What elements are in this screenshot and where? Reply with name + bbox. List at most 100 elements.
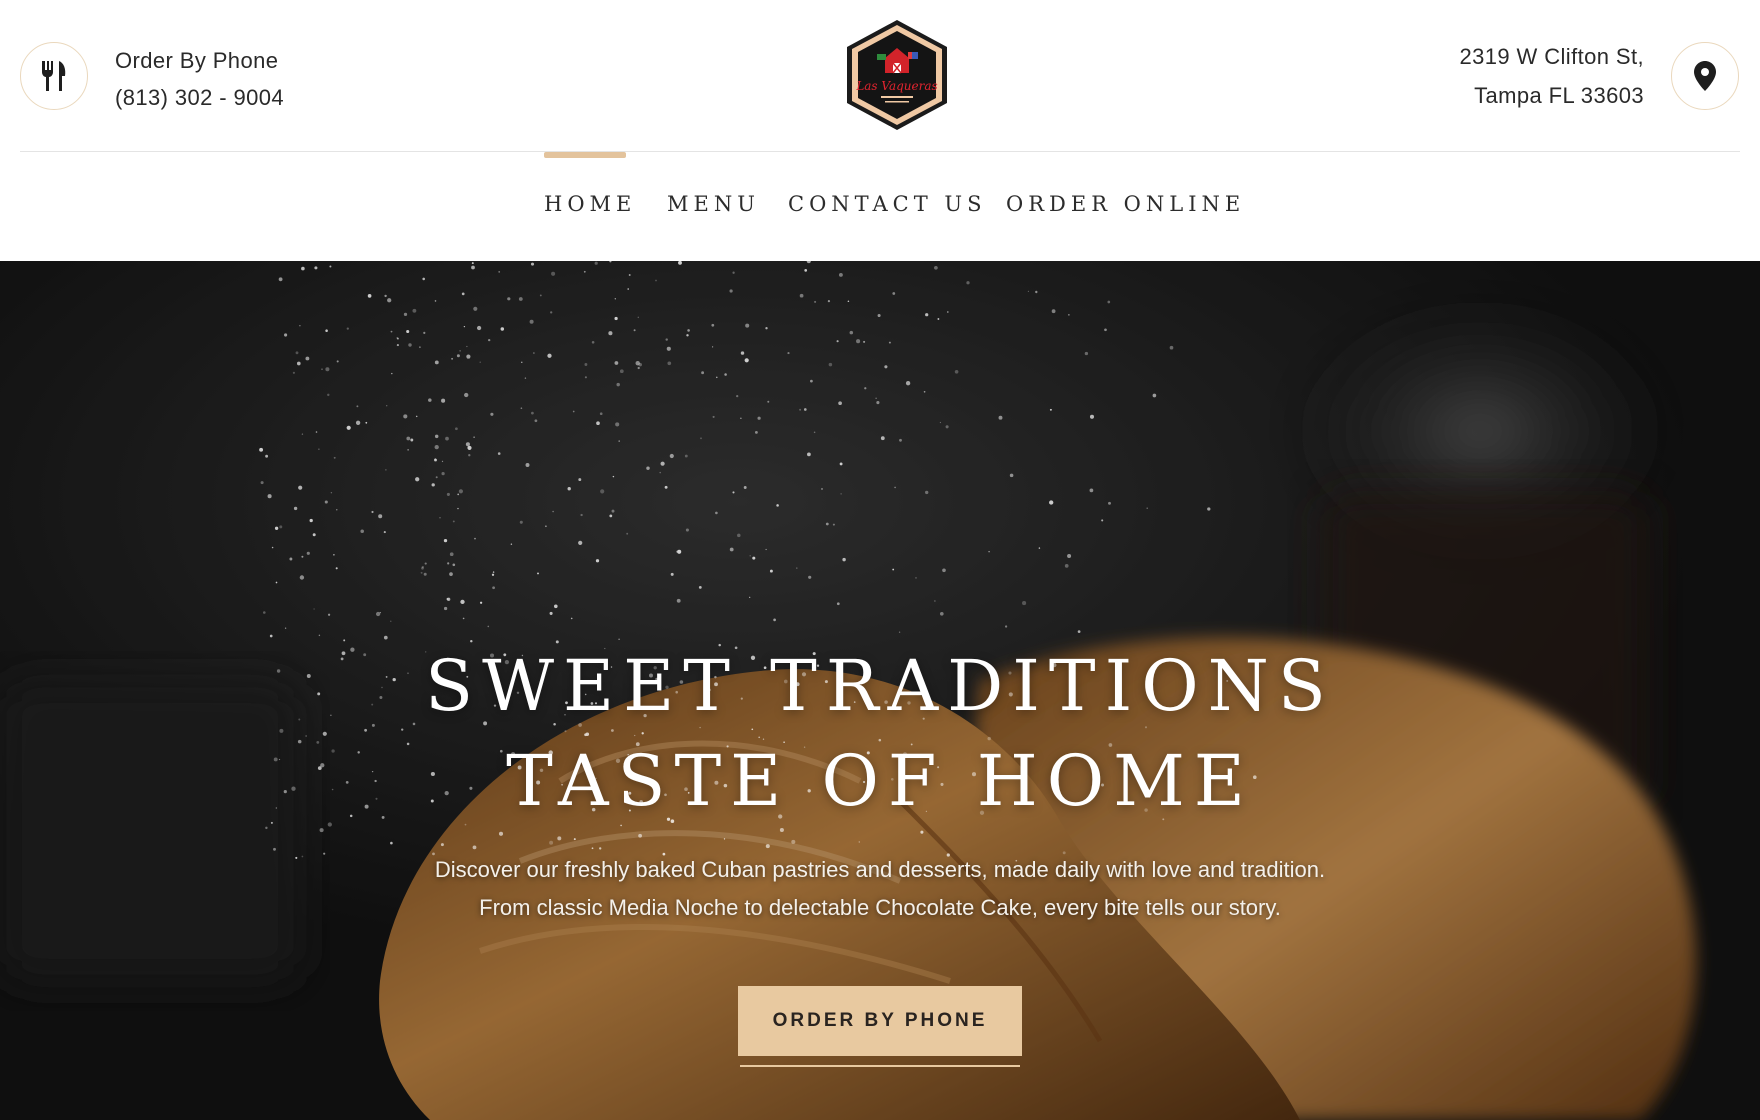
- flour-particle: [479, 601, 483, 604]
- flour-particle: [424, 562, 427, 565]
- flour-particle: [614, 361, 619, 365]
- flour-particle: [701, 371, 705, 375]
- flour-particle: [572, 410, 575, 413]
- flour-particle: [813, 431, 816, 434]
- logo[interactable]: Las Vaqueras: [841, 18, 953, 132]
- flour-particle: [510, 543, 513, 545]
- flour-particle: [336, 360, 339, 363]
- flour-particle: [937, 318, 940, 320]
- flour-particle: [839, 462, 843, 466]
- flour-particle: [551, 271, 556, 276]
- flour-particle: [637, 366, 640, 370]
- flour-particle: [665, 338, 668, 341]
- flour-particle: [434, 434, 439, 439]
- flour-particle: [712, 415, 715, 418]
- flour-particle: [443, 538, 448, 543]
- flour-particle: [678, 261, 682, 265]
- flour-particle: [899, 438, 902, 442]
- flour-particle: [312, 533, 316, 537]
- flour-particle: [500, 327, 505, 331]
- flour-particle: [466, 354, 471, 359]
- flour-particle: [700, 437, 702, 440]
- flour-particle: [898, 631, 901, 633]
- flour-particle: [599, 847, 602, 850]
- flour-particle: [525, 463, 530, 467]
- fork-knife-icon[interactable]: [20, 42, 88, 110]
- flour-particle: [584, 363, 588, 366]
- flour-particle: [804, 269, 808, 272]
- flour-particle: [296, 361, 301, 366]
- flour-particle: [305, 356, 310, 361]
- flour-particle: [435, 476, 438, 479]
- flour-particle: [685, 528, 689, 532]
- flour-particle: [262, 611, 266, 614]
- flour-particle: [578, 478, 582, 482]
- flour-particle: [524, 377, 527, 379]
- flour-particle: [455, 427, 458, 431]
- flour-particle: [306, 551, 310, 555]
- flour-particle: [765, 844, 770, 849]
- flour-particle: [594, 261, 598, 265]
- map-pin-icon[interactable]: [1671, 42, 1739, 110]
- phone-number[interactable]: (813) 302 - 9004: [115, 79, 284, 116]
- flour-particle: [1027, 290, 1029, 292]
- flour-particle: [664, 485, 668, 489]
- flour-particle: [507, 297, 511, 301]
- flour-particle: [452, 520, 455, 523]
- flour-particle: [1077, 630, 1081, 633]
- flour-particle: [856, 339, 861, 344]
- flour-particle: [698, 585, 702, 589]
- flour-particle: [490, 412, 494, 416]
- flour-particle: [434, 458, 437, 462]
- flour-particle: [769, 569, 773, 573]
- flour-particle: [492, 586, 495, 590]
- flour-particle: [298, 485, 303, 490]
- flour-particle: [329, 265, 332, 268]
- flour-particle: [547, 353, 552, 358]
- flour-particle: [459, 350, 461, 352]
- flour-particle: [1035, 290, 1038, 294]
- flour-particle: [265, 454, 269, 458]
- flour-particle: [825, 522, 829, 526]
- flour-particle: [791, 839, 796, 844]
- flour-particle: [479, 361, 481, 363]
- flour-particle: [422, 277, 425, 281]
- flour-particle: [796, 567, 798, 569]
- logo-wordmark: Las Vaqueras: [855, 79, 937, 93]
- hero-title-line-1: SWEET TRADITIONS: [425, 645, 1335, 727]
- flour-particle: [390, 620, 392, 622]
- flour-particle: [925, 313, 929, 317]
- flour-particle: [1107, 300, 1111, 304]
- flour-particle: [1101, 519, 1104, 522]
- flour-particle: [271, 546, 274, 549]
- flour-particle: [378, 514, 383, 519]
- flour-particle: [799, 408, 802, 411]
- flour-particle: [472, 845, 477, 850]
- phone-contact[interactable]: Order By Phone (813) 302 - 9004: [115, 42, 284, 116]
- nav-item-menu[interactable]: MENU: [667, 192, 760, 216]
- flour-particle: [676, 550, 679, 553]
- order-by-phone-button[interactable]: ORDER BY PHONE: [738, 986, 1022, 1056]
- flour-particle: [840, 493, 842, 495]
- flour-particle: [740, 351, 745, 355]
- flour-particle: [318, 634, 321, 637]
- nav-item-home[interactable]: HOME: [544, 192, 636, 216]
- flour-particle: [1022, 601, 1027, 606]
- flour-particle: [451, 357, 454, 360]
- address[interactable]: 2319 W Clifton St, Tampa FL 33603: [1460, 37, 1645, 115]
- flour-particle: [740, 417, 742, 419]
- flour-particle: [578, 540, 583, 546]
- flour-particle: [584, 376, 587, 379]
- flour-particle: [545, 525, 547, 528]
- flour-particle: [406, 329, 410, 334]
- flour-particle: [1207, 507, 1211, 511]
- flour-particle: [934, 265, 938, 270]
- flour-particle: [325, 367, 330, 372]
- flour-particle: [619, 369, 624, 374]
- flour-particle: [327, 613, 331, 616]
- nav-item-order-online[interactable]: ORDER ONLINE: [1006, 192, 1245, 216]
- nav-item-contact-us[interactable]: CONTACT US: [788, 192, 987, 216]
- flour-particle: [419, 346, 421, 349]
- flour-particle: [314, 266, 318, 270]
- flour-particle: [637, 316, 640, 319]
